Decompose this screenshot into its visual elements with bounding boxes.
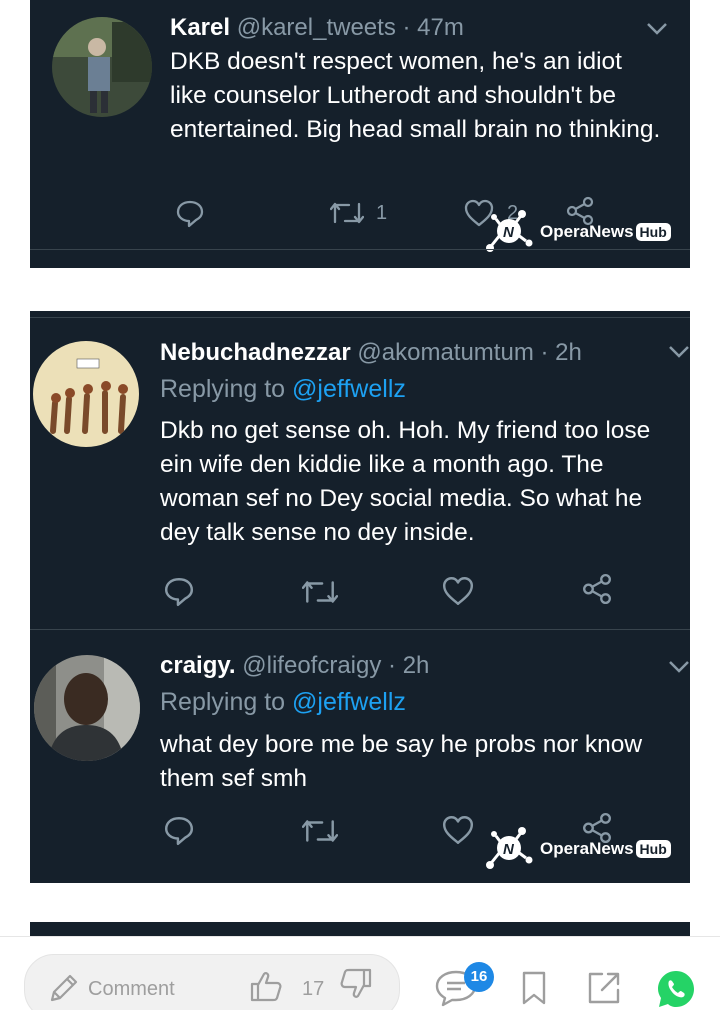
tweet-craigy: craigy. @lifeofcraigy · 2h Replying to @… [30, 630, 690, 883]
reply-action[interactable] [163, 575, 195, 607]
watermark-hub: Hub [635, 840, 671, 858]
article-page: Karel @karel_tweets · 47m DKB doesn't re… [0, 0, 720, 1010]
whatsapp-icon[interactable] [656, 969, 696, 1009]
tweet-time: · 2h [388, 652, 430, 679]
retweet-action[interactable]: 1 [330, 200, 387, 226]
retweet-icon [302, 581, 338, 603]
reply-action[interactable] [175, 198, 205, 228]
tweet-header: Nebuchadnezzar @akomatumtum · 2h [160, 339, 582, 367]
share-action[interactable] [581, 573, 613, 605]
operanews-watermark: N OperaNews Hub [482, 205, 671, 259]
like-action[interactable] [441, 814, 475, 846]
replying-to: Replying to @jeffwellz [160, 375, 406, 404]
operanews-logo-icon: N [486, 210, 533, 252]
retweet-icon [330, 202, 364, 224]
like-icon [442, 816, 474, 844]
replying-to-handle[interactable]: @jeffwellz [292, 375, 406, 403]
pencil-icon[interactable] [46, 972, 80, 1006]
like-action[interactable] [441, 575, 475, 607]
retweet-action[interactable] [302, 817, 338, 845]
share-icon [583, 573, 611, 605]
author-handle[interactable]: @akomatumtum [357, 339, 533, 366]
watermark-hub: Hub [635, 223, 671, 241]
tweet-time: · 2h [540, 339, 582, 366]
author-handle[interactable]: @karel_tweets [237, 14, 396, 41]
chevron-down-icon[interactable] [668, 345, 690, 359]
retweet-icon [302, 820, 338, 842]
tweet-time: · 47m [402, 14, 464, 41]
tweet-nebuchadnezzar: Nebuchadnezzar @akomatumtum · 2h Replyin… [30, 311, 690, 630]
replying-to: Replying to @jeffwellz [160, 688, 406, 717]
vote-count: 17 [302, 978, 325, 1000]
replying-to-label: Replying to [160, 375, 286, 403]
author-name[interactable]: Nebuchadnezzar [160, 339, 351, 366]
chevron-down-icon[interactable] [668, 660, 690, 674]
watermark-brand: OperaNews [540, 839, 634, 858]
tweet-header: Karel @karel_tweets · 47m [170, 14, 464, 42]
svg-text:N: N [503, 841, 515, 858]
replying-to-label: Replying to [160, 688, 286, 716]
thumbs-down-icon[interactable] [338, 966, 374, 1002]
tweet-text: what dey bore me be say he probs nor kno… [160, 731, 643, 792]
author-handle[interactable]: @lifeofcraigy [242, 652, 381, 679]
reply-icon [164, 817, 194, 846]
thumbs-up-icon[interactable] [248, 968, 284, 1004]
tweet-text: DKB doesn't respect women, he's an idiot… [170, 48, 661, 143]
tweet-text: Dkb no get sense oh. Hoh. My friend too … [160, 417, 651, 546]
tweet-divider [30, 249, 690, 250]
tweet-header: craigy. @lifeofcraigy · 2h [160, 652, 429, 680]
operanews-watermark: N OperaNews Hub [482, 822, 671, 876]
reply-icon [176, 200, 204, 228]
retweet-count: 1 [376, 201, 388, 224]
tweet-karel: Karel @karel_tweets · 47m DKB doesn't re… [30, 0, 690, 268]
watermark-brand: OperaNews [540, 222, 634, 241]
replying-to-handle[interactable]: @jeffwellz [292, 688, 406, 716]
author-name[interactable]: craigy. [160, 652, 236, 679]
operanews-logo-icon: N [486, 827, 533, 869]
chevron-down-icon[interactable] [646, 22, 668, 36]
reply-action[interactable] [163, 814, 195, 846]
like-icon [442, 577, 474, 605]
reply-icon [164, 578, 194, 607]
bookmark-icon[interactable] [518, 970, 550, 1006]
avatar [52, 17, 152, 117]
avatar [33, 341, 139, 447]
retweet-action[interactable] [302, 578, 338, 606]
tweet-screenshot-1: Karel @karel_tweets · 47m DKB doesn't re… [30, 0, 690, 268]
avatar [34, 655, 140, 761]
tweet-screenshot-2: Nebuchadnezzar @akomatumtum · 2h Replyin… [30, 311, 690, 883]
comment-input[interactable]: Comment [88, 978, 175, 1001]
author-name[interactable]: Karel [170, 14, 230, 41]
comments-badge: 16 [464, 962, 494, 992]
external-share-icon[interactable] [586, 970, 622, 1006]
svg-text:N: N [503, 224, 515, 241]
